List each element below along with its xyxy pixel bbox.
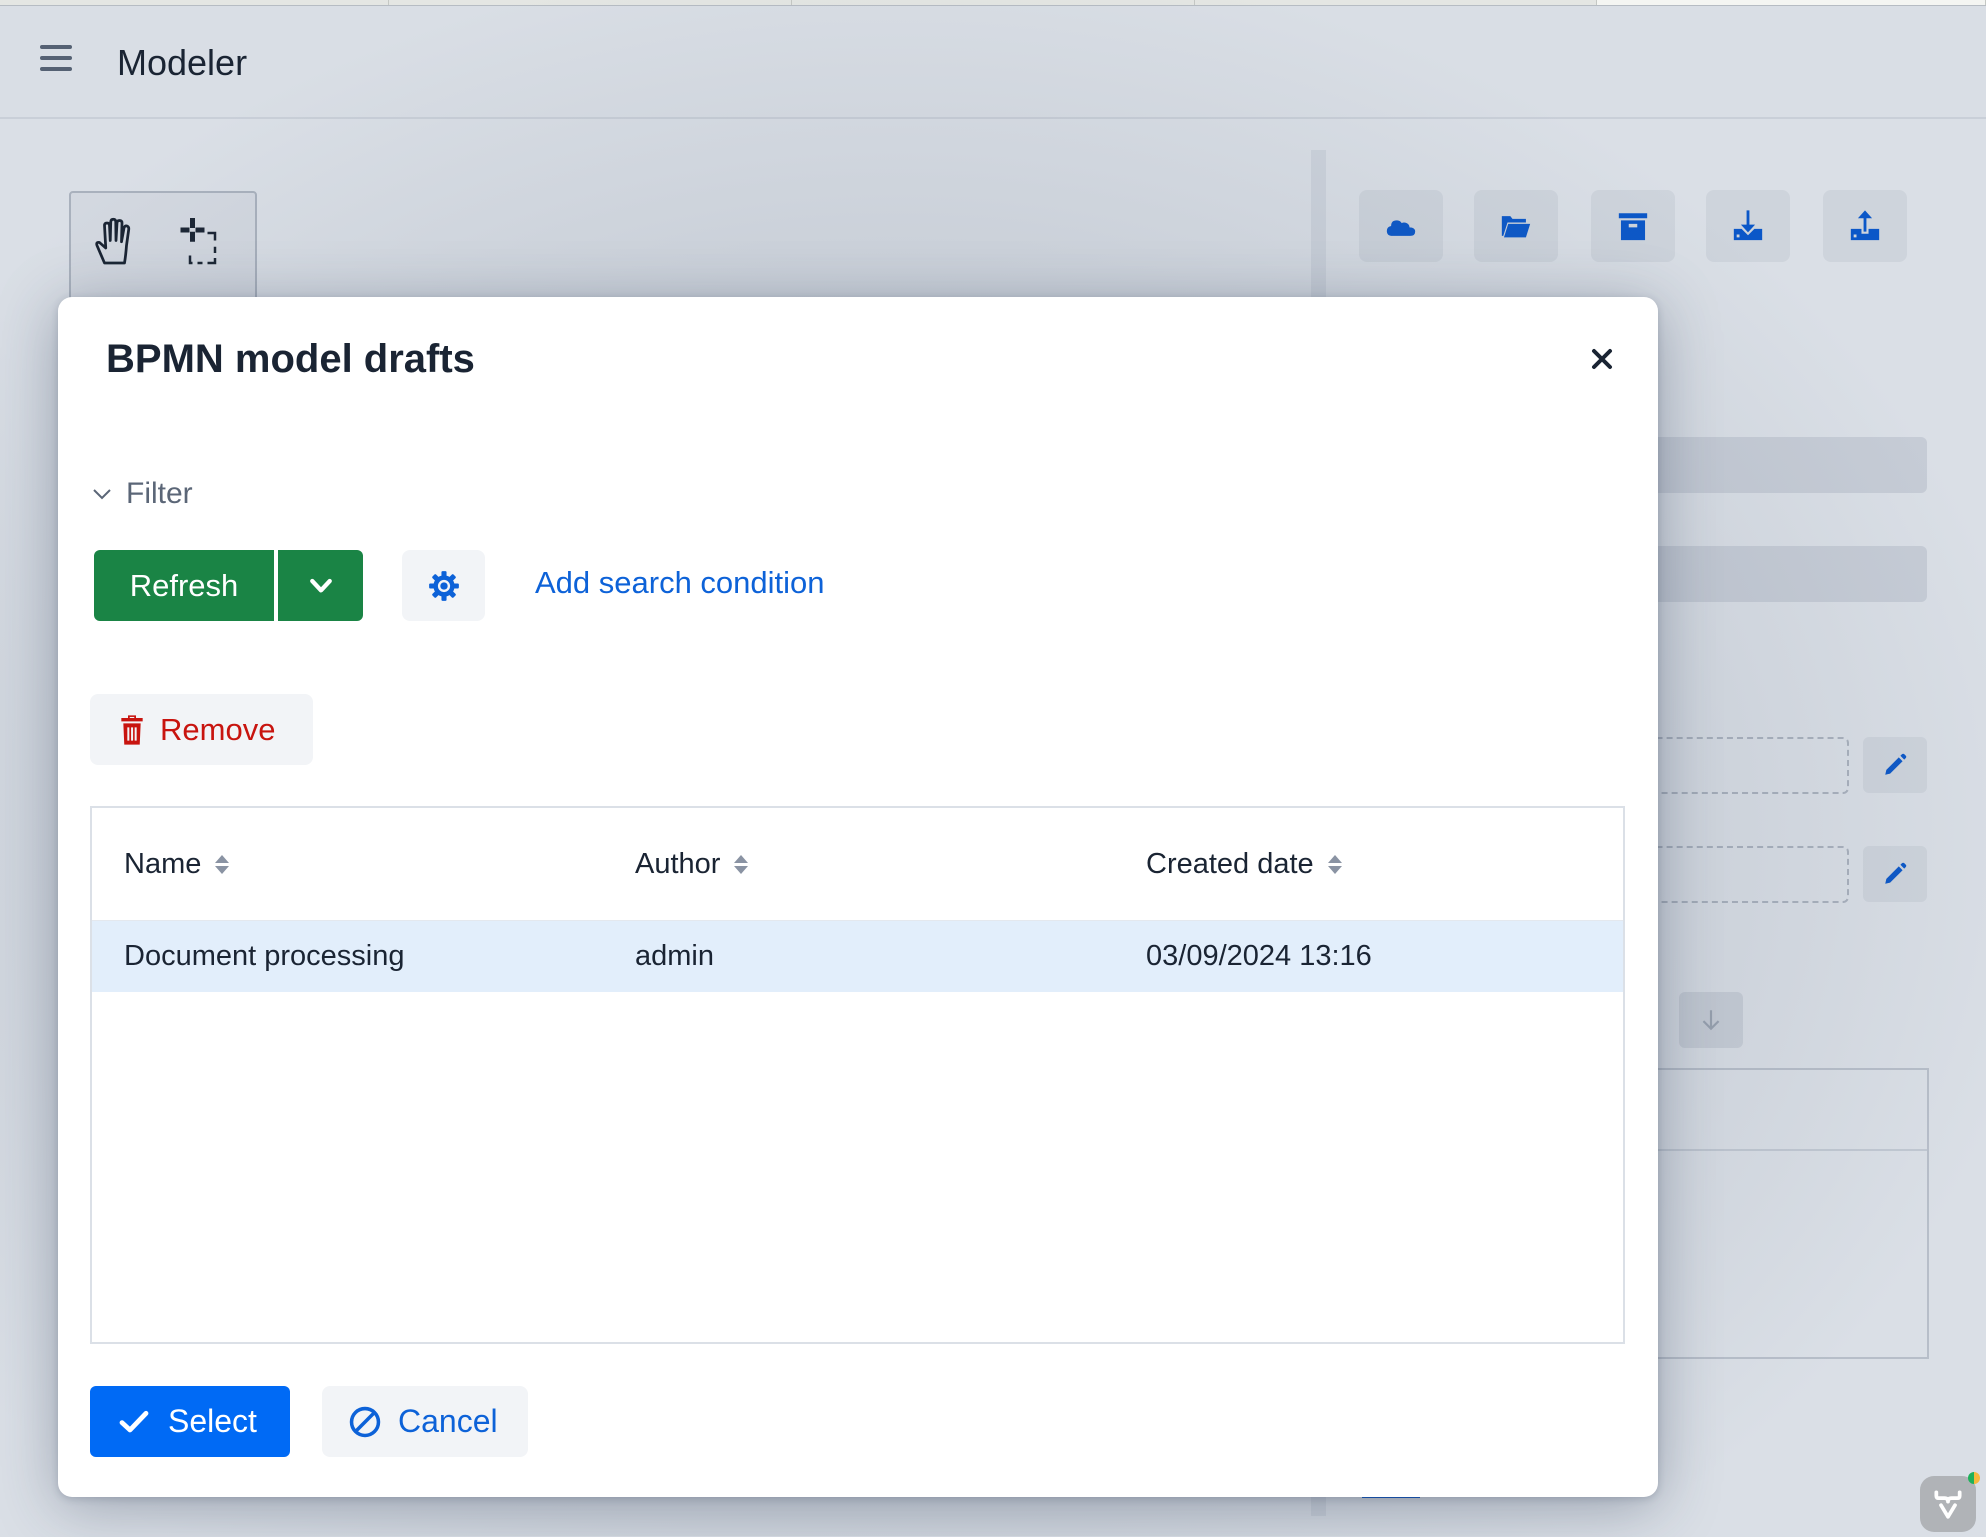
- sort-icon[interactable]: [1327, 854, 1342, 874]
- drafts-grid: Name Author Created date Document proces…: [90, 806, 1625, 1344]
- ban-icon: [349, 1406, 381, 1437]
- column-label: Author: [635, 847, 721, 880]
- browser-tab[interactable]: [792, 0, 1195, 5]
- refresh-button[interactable]: Refresh: [94, 550, 274, 621]
- cancel-button[interactable]: Cancel: [322, 1386, 528, 1457]
- move-down-button[interactable]: [1679, 992, 1743, 1048]
- dialog-title: BPMN model drafts: [106, 337, 475, 381]
- browser-tab-active[interactable]: [1597, 0, 1986, 5]
- table-row[interactable]: Document processing admin 03/09/2024 13:…: [92, 921, 1623, 992]
- chevron-down-icon: [93, 489, 111, 500]
- download-button[interactable]: [1706, 190, 1790, 262]
- cloud-button[interactable]: [1359, 190, 1443, 262]
- open-button[interactable]: [1474, 190, 1558, 262]
- cancel-label: Cancel: [398, 1403, 498, 1439]
- app-title: Modeler: [117, 42, 248, 83]
- lasso-select-icon: [180, 218, 217, 265]
- edit-button[interactable]: [1863, 737, 1927, 793]
- remove-button[interactable]: Remove: [90, 694, 313, 765]
- archive-button[interactable]: [1591, 190, 1675, 262]
- filter-label: Filter: [126, 477, 193, 510]
- refresh-dropdown-button[interactable]: [278, 550, 363, 621]
- close-button[interactable]: [1586, 343, 1618, 375]
- dev-tools-badge[interactable]: [1920, 1472, 1980, 1532]
- select-button[interactable]: Select: [90, 1386, 290, 1457]
- sort-icon[interactable]: [215, 854, 230, 874]
- sort-icon[interactable]: [734, 854, 749, 874]
- status-dot: [1968, 1472, 1980, 1484]
- archive-icon: [1618, 213, 1648, 241]
- edit-button[interactable]: [1863, 846, 1927, 902]
- grid-header-row: Name Author Created date: [92, 808, 1623, 922]
- column-header-created-date[interactable]: Created date: [1146, 808, 1342, 920]
- download-icon: [1733, 210, 1763, 241]
- trash-icon: [121, 714, 143, 745]
- hand-tool-button[interactable]: [87, 213, 147, 273]
- browser-tab[interactable]: [389, 0, 792, 5]
- column-label: Name: [124, 847, 202, 880]
- select-label: Select: [168, 1403, 257, 1439]
- cell-name: Document processing: [124, 940, 405, 972]
- checkmark-icon: [119, 1410, 149, 1432]
- add-search-condition-link[interactable]: Add search condition: [535, 565, 825, 601]
- gear-icon: [428, 570, 459, 601]
- upload-icon: [1850, 210, 1880, 241]
- chevron-down-icon: [309, 578, 332, 592]
- column-label: Created date: [1146, 847, 1314, 880]
- filter-toggle[interactable]: Filter: [90, 477, 193, 511]
- vaadin-logo-icon: [1934, 1490, 1962, 1519]
- arrow-down-icon: [1702, 1010, 1720, 1031]
- cell-created-date: 03/09/2024 13:16: [1146, 940, 1372, 972]
- hand-icon: [95, 217, 131, 265]
- hamburger-menu-icon[interactable]: [40, 45, 72, 71]
- app-header: Modeler: [0, 6, 1986, 119]
- cloud-icon: [1386, 220, 1416, 236]
- cell-author: admin: [635, 940, 714, 972]
- browser-tab[interactable]: [0, 0, 389, 5]
- upload-button[interactable]: [1823, 190, 1907, 262]
- column-header-name[interactable]: Name: [124, 808, 230, 920]
- pencil-icon: [1885, 862, 1907, 884]
- filter-settings-button[interactable]: [402, 550, 485, 621]
- folder-open-icon: [1501, 216, 1531, 238]
- refresh-button-group: Refresh: [94, 550, 363, 621]
- close-icon: [1592, 349, 1612, 369]
- browser-tab[interactable]: [1195, 0, 1597, 5]
- pencil-icon: [1885, 753, 1907, 775]
- bpmn-drafts-dialog: BPMN model drafts Filter Refresh Add sea…: [58, 297, 1658, 1497]
- column-header-author[interactable]: Author: [635, 808, 749, 920]
- remove-label: Remove: [160, 711, 276, 747]
- lasso-tool-button[interactable]: [175, 213, 235, 273]
